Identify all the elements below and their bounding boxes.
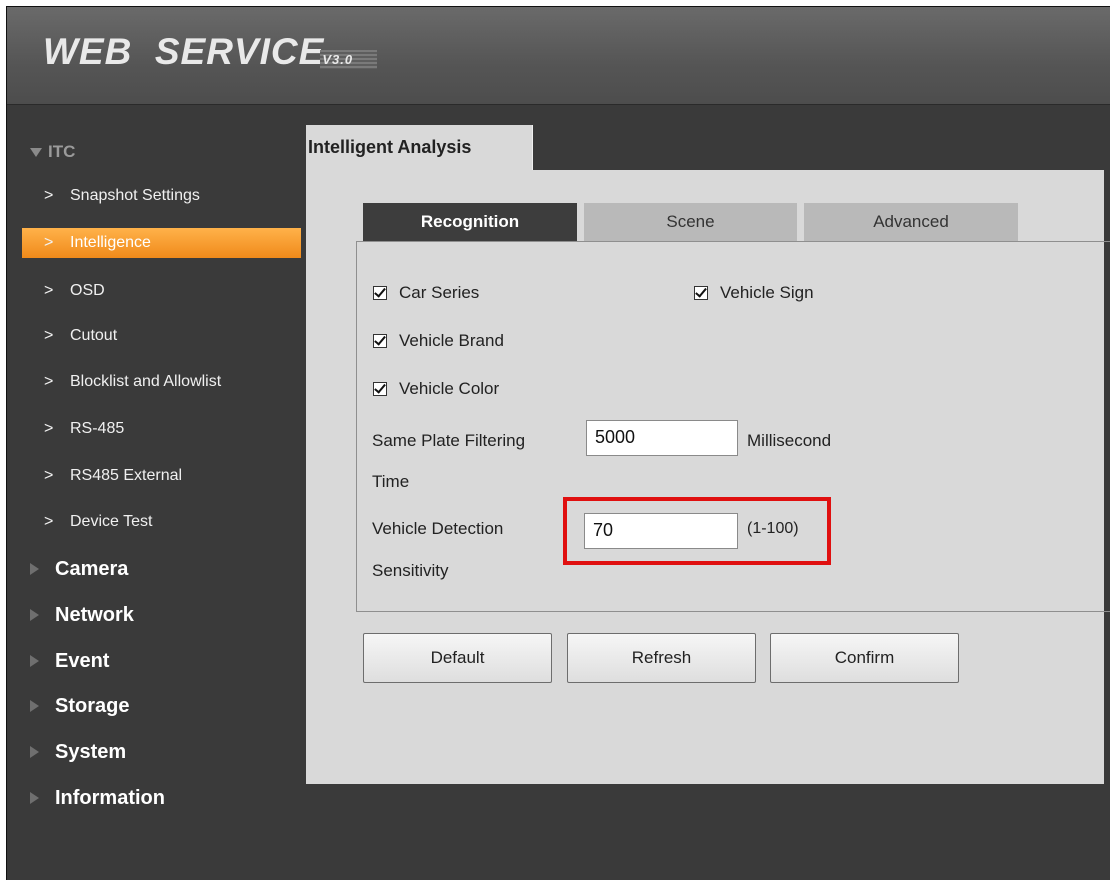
collapsed-triangle-icon (30, 655, 39, 667)
sidebar-item-label: Cutout (70, 327, 118, 344)
chevron-right-icon: > (44, 187, 54, 204)
tab-recognition[interactable]: Recognition (363, 203, 577, 241)
sidebar-item-rs485[interactable]: > RS-485 (22, 414, 301, 444)
filter-time-unit: Millisecond (747, 431, 832, 450)
chevron-right-icon: > (44, 373, 54, 390)
car-series-checkbox[interactable] (373, 286, 387, 300)
vehicle-brand-label: Vehicle Brand (399, 331, 504, 350)
header: WEB SERVICEV3.0 (7, 7, 1110, 105)
expanded-triangle-icon (30, 147, 42, 157)
vehicle-color-label: Vehicle Color (399, 379, 500, 398)
sidebar-section-label: Camera (55, 557, 129, 580)
vehicle-sign-option[interactable]: Vehicle Sign (694, 283, 814, 303)
logo-text: WEB SERVICE (43, 31, 325, 72)
car-series-label: Car Series (399, 283, 480, 302)
vehicle-brand-option[interactable]: Vehicle Brand (373, 331, 504, 351)
chevron-right-icon: > (44, 327, 54, 344)
car-series-option[interactable]: Car Series (373, 283, 479, 303)
filter-time-label-line2: Time (372, 472, 410, 491)
chevron-right-icon: > (44, 513, 54, 530)
filter-time-label-line1: Same Plate Filtering (372, 431, 526, 450)
sidebar-item-label: Snapshot Settings (70, 187, 200, 204)
vehicle-brand-checkbox[interactable] (373, 334, 387, 348)
sidebar-section-information[interactable]: Information (30, 783, 165, 813)
sidebar-item-cutout[interactable]: > Cutout (22, 321, 301, 351)
sidebar-section-event[interactable]: Event (30, 646, 109, 676)
logo: WEB SERVICEV3.0 (43, 31, 378, 73)
refresh-button[interactable]: Refresh (567, 633, 756, 683)
sidebar-root-label: ITC (48, 142, 76, 161)
sidebar-section-network[interactable]: Network (30, 600, 134, 630)
sidebar-section-label: Information (55, 786, 165, 809)
sidebar-item-osd[interactable]: > OSD (22, 276, 301, 306)
sidebar-section-camera[interactable]: Camera (30, 554, 128, 584)
sidebar-item-blocklist-allowlist[interactable]: > Blocklist and Allowlist (22, 367, 301, 397)
collapsed-triangle-icon (30, 700, 39, 712)
sidebar-item-rs485-external[interactable]: > RS485 External (22, 461, 301, 491)
chevron-right-icon: > (44, 234, 54, 251)
sidebar-section-label: Event (55, 649, 110, 672)
filter-time-input[interactable]: 5000 (586, 420, 738, 456)
page-title-tab[interactable]: Intelligent Analysis (306, 125, 533, 170)
sidebar-item-label: Device Test (70, 513, 153, 530)
chevron-right-icon: > (44, 282, 54, 299)
sensitivity-label-line2: Sensitivity (372, 561, 449, 580)
annotation-highlight-box (563, 497, 831, 565)
sidebar-item-label: RS-485 (70, 420, 125, 437)
sidebar-item-label: RS485 External (70, 467, 183, 484)
collapsed-triangle-icon (30, 792, 39, 804)
collapsed-triangle-icon (30, 746, 39, 758)
sidebar-section-storage[interactable]: Storage (30, 691, 129, 721)
sidebar-section-label: System (55, 740, 127, 763)
vehicle-color-checkbox[interactable] (373, 382, 387, 396)
sidebar-root-itc[interactable]: ITC (30, 137, 75, 167)
default-button[interactable]: Default (363, 633, 552, 683)
vehicle-sign-checkbox[interactable] (694, 286, 708, 300)
chevron-right-icon: > (44, 420, 54, 437)
collapsed-triangle-icon (30, 563, 39, 575)
sidebar-item-intelligence[interactable]: > Intelligence (22, 228, 301, 258)
tab-advanced[interactable]: Advanced (804, 203, 1018, 241)
confirm-button[interactable]: Confirm (770, 633, 959, 683)
sidebar-item-snapshot-settings[interactable]: > Snapshot Settings (22, 181, 301, 211)
page-title: Intelligent Analysis (308, 137, 472, 157)
sidebar-section-label: Network (55, 603, 134, 626)
sidebar-item-device-test[interactable]: > Device Test (22, 507, 301, 537)
sidebar-section-system[interactable]: System (30, 737, 126, 767)
collapsed-triangle-icon (30, 609, 39, 621)
sidebar-item-label: Intelligence (70, 234, 151, 251)
sidebar-item-label: OSD (70, 282, 105, 299)
sensitivity-label-line1: Vehicle Detection (372, 519, 504, 538)
chevron-right-icon: > (44, 467, 54, 484)
vehicle-sign-label: Vehicle Sign (720, 283, 814, 302)
logo-version: V3.0 (320, 50, 378, 69)
sidebar-section-label: Storage (55, 694, 130, 717)
vehicle-color-option[interactable]: Vehicle Color (373, 379, 499, 399)
tab-scene[interactable]: Scene (584, 203, 797, 241)
sidebar-item-label: Blocklist and Allowlist (70, 373, 222, 390)
